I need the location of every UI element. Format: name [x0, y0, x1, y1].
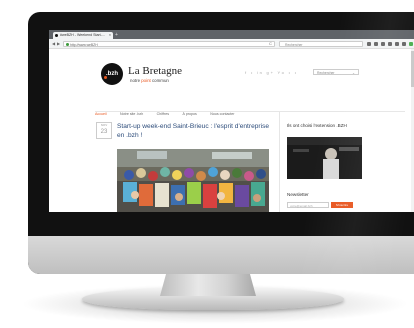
site-tagline: notre point commun: [130, 78, 169, 83]
star-icon[interactable]: [367, 41, 371, 46]
select-value: Rechercher: [317, 71, 335, 75]
browser-tab-bar: #weBZH - Weekend Start-... × +: [49, 30, 414, 39]
monitor-screen: #weBZH - Weekend Start-... × + ◀ ▶ http:…: [49, 30, 414, 212]
video-thumbnail[interactable]: [287, 137, 362, 179]
site-title[interactable]: La Bretagne: [128, 65, 182, 77]
logo-dot: [104, 76, 107, 79]
home-icon[interactable]: [395, 41, 399, 46]
search-select[interactable]: Rechercher ⌄: [313, 69, 359, 75]
newsletter-email-input[interactable]: votre@email.bzh: [287, 202, 329, 208]
browser-tab[interactable]: #weBZH - Weekend Start-... ×: [53, 32, 113, 39]
sidebar-divider: [279, 112, 280, 212]
web-page: .bzh La Bretagne notre point commun f • …: [49, 49, 414, 212]
search-placeholder: Rechercher: [285, 42, 303, 47]
menu-icon[interactable]: [402, 41, 406, 46]
social-icons[interactable]: f • in g+ Yo • •: [245, 70, 298, 75]
browser-toolbar: ◀ ▶ http://www.weBZH C Rechercher: [49, 39, 414, 49]
download-icon[interactable]: [388, 41, 392, 46]
widget-title: Ils ont choisi l'extension .BZH: [287, 123, 347, 128]
address-text: http://www.weBZH: [70, 42, 98, 47]
logo-text: .bzh: [106, 71, 118, 77]
crowd-photo-image: [117, 149, 269, 212]
back-button[interactable]: ◀: [52, 39, 55, 48]
extension-icon[interactable]: [409, 41, 413, 46]
newsletter-title: Newsletter: [287, 192, 309, 197]
post-title[interactable]: Start-up week-end Saint-Brieuc : l'espri…: [117, 122, 277, 140]
forward-button[interactable]: ▶: [57, 39, 60, 48]
post-date-badge: NOV 23: [96, 122, 112, 139]
new-tab-button[interactable]: +: [115, 32, 118, 38]
menu-divider: [95, 111, 405, 112]
favicon-icon: [55, 34, 58, 37]
monitor-chin: [28, 236, 414, 274]
chevron-down-icon: ⌄: [352, 71, 355, 75]
main-menu: Accueil Notre site .bzh Chiffres À propo…: [95, 102, 243, 116]
reading-list-icon[interactable]: [374, 41, 378, 46]
tab-title: #weBZH - Weekend Start-...: [60, 33, 105, 37]
post-day: 23: [100, 129, 108, 135]
secure-lock-icon: [65, 43, 69, 46]
site-logo[interactable]: .bzh: [101, 63, 123, 85]
video-frame-image: [287, 137, 362, 179]
address-bar[interactable]: http://www.weBZH: [63, 40, 275, 47]
newsletter-submit-button[interactable]: S'inscrire: [331, 202, 353, 208]
reload-button[interactable]: C: [269, 39, 272, 48]
browser-search-box[interactable]: Rechercher: [279, 40, 363, 47]
post-photo[interactable]: [117, 149, 269, 212]
tab-close-icon[interactable]: ×: [109, 32, 111, 39]
pocket-icon[interactable]: [381, 41, 385, 46]
